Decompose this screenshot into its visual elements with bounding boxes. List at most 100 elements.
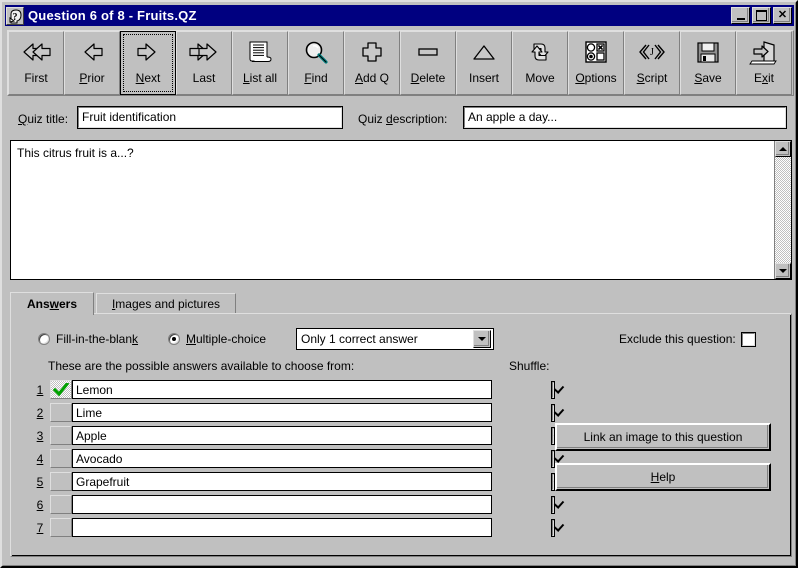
title-bar: ? Question 6 of 8 - Fruits.QZ ✕ [5,5,794,26]
toolbar-button-insert[interactable]: Insert [456,31,512,95]
toolbar-button-label: Find [304,71,328,85]
triangle-down-icon [779,269,787,273]
help-button[interactable]: Help [555,463,771,491]
answer-correct-toggle[interactable] [50,380,72,399]
answer-row: 6 [32,494,555,515]
answer-mode-value: Only 1 correct answer [301,332,418,346]
toolbar-button-options[interactable]: Options [568,31,624,95]
toolbar-button-next[interactable]: Next [120,31,176,95]
toolbar-button-label: Script [636,71,668,85]
link-image-label: Link an image to this question [583,430,743,444]
answer-text-input[interactable]: Lime [72,403,492,422]
question-scrollbar[interactable] [774,141,791,279]
exclude-question-control[interactable]: Exclude this question: [619,331,756,347]
toolbar-button-label: List all [242,71,278,85]
toolbar-button-first[interactable]: First [8,31,64,95]
shuffle-checkbox[interactable] [551,449,555,468]
scroll-down-button[interactable] [775,263,791,279]
exclude-question-checkbox[interactable] [740,331,756,347]
document-list-icon [233,32,287,72]
triangle-up-icon [779,147,787,151]
answer-correct-toggle[interactable] [50,518,72,537]
scroll-up-button[interactable] [775,141,791,157]
toolbar-button-list-all[interactable]: List all [232,31,288,95]
options-grid-icon [569,32,623,72]
answer-row-number: 1 [36,382,44,397]
shuffle-checkbox[interactable] [551,518,555,537]
radio-fill-label: Fill-in-the-blank [56,332,139,346]
answer-text-input[interactable] [72,495,492,514]
circular-arrows-icon [513,32,567,72]
toolbar-button-exit[interactable]: Exit [736,31,792,95]
toolbar-button-save[interactable]: Save [680,31,736,95]
shuffle-column-label: Shuffle: [509,359,550,373]
answer-correct-toggle[interactable] [50,495,72,514]
tab-answers[interactable]: Answers [10,292,94,315]
tab-images-and-pictures[interactable]: Images and pictures [96,293,236,314]
question-text: This citrus fruit is a...? [17,146,134,160]
answer-text-input[interactable]: Grapefruit [72,472,492,491]
shuffle-checkbox[interactable] [551,380,555,399]
double-left-arrow-icon [9,32,63,72]
quiz-description-label: Quiz description: [358,112,448,126]
toolbar-button-prior[interactable]: Prior [64,31,120,95]
shuffle-checkbox[interactable] [551,426,555,445]
radio-fill-icon [38,333,50,345]
toolbar-button-add-q[interactable]: Add Q [344,31,400,95]
answer-correct-toggle[interactable] [50,426,72,445]
link-image-button[interactable]: Link an image to this question [555,423,771,451]
answer-row: 5 Grapefruit [32,471,555,492]
shuffle-checkbox[interactable] [551,495,555,514]
answer-text-input[interactable]: Apple [72,426,492,445]
toolbar-button-script[interactable]: J Script [624,31,680,95]
answer-row-number: 3 [36,428,44,443]
plus-icon [345,32,399,72]
toolbar-button-last[interactable]: Last [176,31,232,95]
toolbar-button-find[interactable]: Find [288,31,344,95]
shuffle-cell [551,449,555,468]
question-text-area[interactable]: This citrus fruit is a...? [10,140,792,280]
chevron-down-icon[interactable] [473,330,491,348]
toolbar-button-label: Delete [410,71,446,85]
radio-multiple-icon [168,333,180,345]
toolbar-button-move[interactable]: Move [512,31,568,95]
radio-fill-in-the-blank[interactable]: Fill-in-the-blank [38,332,138,346]
shuffle-checkbox[interactable] [551,403,555,422]
toolbar-button-delete[interactable]: Delete [400,31,456,95]
answer-text-input[interactable] [72,518,492,537]
tab-images-label: Images and pictures [111,297,221,311]
answer-row-number: 5 [36,474,44,489]
quiz-title-input[interactable]: Fruit identification [77,106,343,129]
toolbar-button-label: Prior [79,71,105,85]
answer-text-input[interactable]: Lemon [72,380,492,399]
shuffle-cell [551,472,555,491]
answer-text-input[interactable]: Avocado [72,449,492,468]
triangle-down-glyph [478,337,486,341]
answer-correct-toggle[interactable] [50,403,72,422]
answer-row-number: 7 [36,520,44,535]
answer-correct-toggle[interactable] [50,472,72,491]
radio-multiple-choice[interactable]: Multiple-choice [168,332,266,346]
exit-door-icon [737,32,791,72]
tab-answers-label: Answers [26,297,78,311]
maximize-button[interactable] [752,7,771,24]
quiz-description-input[interactable]: An apple a day... [463,106,787,129]
answer-row-number: 6 [36,497,44,512]
triangle-icon [457,32,511,72]
answers-list-caption: These are the possible answers available… [48,359,355,373]
answer-row: 7 [32,517,555,538]
shuffle-cell [551,495,555,514]
angle-brackets-icon: J [625,32,679,72]
toolbar-button-label: Insert [468,71,499,85]
svg-text:?: ? [13,12,18,23]
answer-correct-toggle[interactable] [50,449,72,468]
minimize-button[interactable] [731,7,750,24]
answer-row: 3 Apple [32,425,555,446]
answer-mode-dropdown[interactable]: Only 1 correct answer [296,328,494,350]
shuffle-checkbox[interactable] [551,472,555,491]
close-button[interactable]: ✕ [773,7,792,24]
application-window: ? Question 6 of 8 - Fruits.QZ ✕ First Pri… [0,0,798,568]
window-title: Question 6 of 8 - Fruits.QZ [28,8,197,23]
shuffle-cell [551,380,555,399]
shuffle-cell [551,426,555,445]
